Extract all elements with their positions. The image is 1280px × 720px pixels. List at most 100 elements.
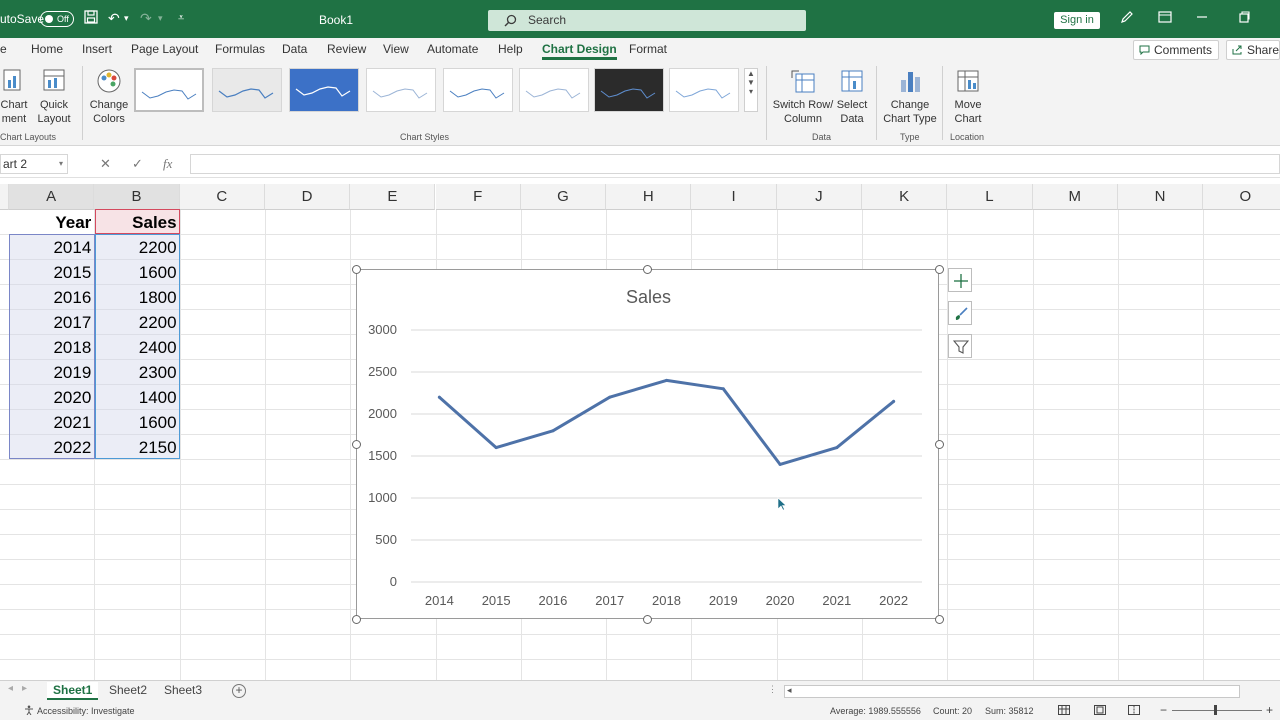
year-cell[interactable]: 2018: [9, 335, 94, 360]
pen-icon[interactable]: [1120, 10, 1134, 27]
gallery-down-icon[interactable]: ▼: [745, 78, 757, 87]
tab-page-layout[interactable]: Page Layout: [131, 42, 198, 56]
sales-cell[interactable]: 2200: [94, 310, 179, 335]
year-cell[interactable]: 2017: [9, 310, 94, 335]
redo-dropdown-icon[interactable]: ▾: [158, 10, 163, 26]
tab-view[interactable]: View: [383, 42, 409, 56]
autosave-toggle[interactable]: Off: [40, 11, 74, 27]
chart-style-2[interactable]: [212, 68, 282, 112]
comments-button[interactable]: Comments: [1133, 40, 1220, 60]
horizontal-scrollbar[interactable]: ◂: [784, 685, 1240, 698]
tab-home[interactable]: Home: [31, 42, 63, 56]
resize-handle[interactable]: [643, 264, 652, 274]
sales-cell[interactable]: 1600: [94, 410, 179, 435]
undo-icon[interactable]: ↶: [108, 10, 120, 26]
column-header-j[interactable]: J: [776, 184, 862, 210]
resize-handle[interactable]: [934, 439, 944, 449]
ribbon-display-icon[interactable]: [1158, 10, 1172, 26]
save-icon[interactable]: [84, 10, 98, 27]
cancel-icon[interactable]: ✕: [100, 156, 111, 172]
resize-handle[interactable]: [934, 264, 944, 274]
sales-cell[interactable]: 2150: [94, 435, 179, 460]
column-header-b[interactable]: B: [94, 184, 180, 210]
add-sheet-icon[interactable]: +: [232, 684, 246, 698]
change-chart-type-button[interactable]: Change Chart Type: [880, 68, 940, 126]
year-cell[interactable]: 2014: [9, 235, 94, 260]
column-header-g[interactable]: G: [520, 184, 607, 210]
name-box[interactable]: art 2 ▾: [0, 154, 68, 174]
chart-style-1[interactable]: [134, 68, 204, 112]
share-button[interactable]: Share: [1226, 40, 1280, 60]
select-all-corner[interactable]: [0, 184, 9, 210]
chart-style-7[interactable]: [594, 68, 664, 112]
tab-automate[interactable]: Automate: [427, 42, 478, 56]
gallery-scroll[interactable]: ▲ ▼ ▾: [744, 68, 758, 112]
column-header-a[interactable]: A: [9, 184, 95, 210]
tab-insert[interactable]: Insert: [82, 42, 112, 56]
chart-style-5[interactable]: [443, 68, 513, 112]
chart-style-6[interactable]: [519, 68, 589, 112]
select-data-button[interactable]: Select Data: [834, 68, 870, 126]
minimize-icon[interactable]: [1196, 10, 1208, 26]
column-header-o[interactable]: O: [1203, 184, 1280, 210]
column-header-e[interactable]: E: [350, 184, 436, 210]
chart-style-8[interactable]: [669, 68, 739, 112]
sales-cell[interactable]: 2400: [94, 335, 179, 360]
year-cell[interactable]: 2022: [9, 435, 94, 460]
sign-in-button[interactable]: Sign in: [1054, 12, 1100, 29]
resize-handle[interactable]: [351, 439, 361, 449]
zoom-out-icon[interactable]: −: [1160, 703, 1167, 717]
column-header-n[interactable]: N: [1117, 184, 1204, 210]
year-cell[interactable]: 2020: [9, 385, 94, 410]
column-header-l[interactable]: L: [947, 184, 1033, 210]
resize-handle[interactable]: [351, 264, 361, 274]
normal-view-icon[interactable]: [1058, 705, 1070, 715]
sheet-tab-2[interactable]: Sheet2: [103, 682, 153, 700]
sales-cell[interactable]: 1600: [94, 260, 179, 285]
page-break-view-icon[interactable]: [1128, 705, 1140, 715]
column-header-d[interactable]: D: [264, 184, 351, 210]
page-layout-view-icon[interactable]: [1094, 705, 1106, 715]
scroll-left-icon[interactable]: ◂: [787, 685, 792, 696]
column-header-h[interactable]: H: [606, 184, 692, 210]
resize-handle[interactable]: [934, 614, 944, 624]
column-header-m[interactable]: M: [1032, 184, 1118, 210]
add-chart-element-button[interactable]: Chart ment: [0, 68, 32, 126]
table-header-year[interactable]: Year: [9, 210, 94, 235]
column-header-k[interactable]: K: [862, 184, 948, 210]
resize-handle[interactable]: [643, 614, 652, 624]
insert-function-icon[interactable]: fx: [163, 156, 172, 172]
sales-cell[interactable]: 2200: [94, 235, 179, 260]
zoom-slider-thumb[interactable]: [1214, 705, 1217, 715]
zoom-in-icon[interactable]: +: [1266, 703, 1273, 717]
tab-chart-design[interactable]: Chart Design: [542, 42, 617, 60]
resize-handle[interactable]: [351, 614, 361, 624]
customize-qat-icon[interactable]: ⩡: [178, 10, 184, 26]
year-cell[interactable]: 2019: [9, 360, 94, 385]
name-box-dropdown-icon[interactable]: ▾: [59, 155, 63, 173]
sheet-tab-1[interactable]: Sheet1: [47, 682, 99, 700]
tab-help[interactable]: Help: [498, 42, 523, 56]
table-header-sales[interactable]: Sales: [94, 210, 179, 235]
restore-icon[interactable]: [1238, 10, 1250, 26]
chart-elements-button[interactable]: [948, 268, 972, 292]
sales-cell[interactable]: 2300: [94, 360, 179, 385]
scroll-tabs-left-icon[interactable]: ◂: [8, 683, 13, 694]
column-header-i[interactable]: I: [691, 184, 777, 210]
year-cell[interactable]: 2015: [9, 260, 94, 285]
chart-style-3[interactable]: [289, 68, 359, 112]
move-chart-button[interactable]: Move Chart: [946, 68, 990, 126]
sales-cell[interactable]: 1800: [94, 285, 179, 310]
switch-row-column-button[interactable]: Switch Row/ Column: [772, 68, 834, 126]
quick-layout-button[interactable]: Quick Layout: [36, 68, 72, 126]
scroll-tabs-right-icon[interactable]: ▸: [22, 683, 27, 694]
redo-icon[interactable]: ↷: [140, 10, 152, 26]
tab-splitter-icon[interactable]: ⋮: [768, 684, 777, 695]
year-cell[interactable]: 2021: [9, 410, 94, 435]
accessibility-status[interactable]: Accessibility: Investigate: [37, 706, 135, 716]
tab-formulas[interactable]: Formulas: [215, 42, 265, 56]
chart-style-4[interactable]: [366, 68, 436, 112]
search-input[interactable]: Search: [488, 10, 806, 31]
chart-filters-button[interactable]: [948, 334, 972, 358]
tab-format[interactable]: Format: [629, 42, 667, 56]
